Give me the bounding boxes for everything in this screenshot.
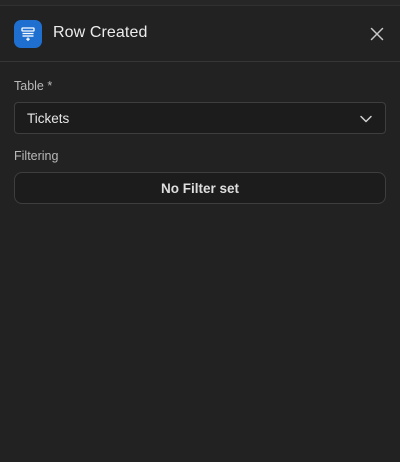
table-label: Table * <box>14 79 53 93</box>
panel-header: Row Created <box>0 6 400 62</box>
filtering-label: Filtering <box>14 149 59 163</box>
chevron-down-icon <box>360 115 372 123</box>
filter-button[interactable]: No Filter set <box>14 172 386 204</box>
table-select[interactable]: Tickets <box>14 102 386 134</box>
row-created-panel: Row Created Table * Tickets Filtering No… <box>0 0 400 462</box>
filter-button-label: No Filter set <box>160 180 239 196</box>
close-icon <box>370 27 384 41</box>
table-select-value: Tickets <box>27 111 70 126</box>
table-row-icon <box>14 20 42 48</box>
close-button[interactable] <box>368 25 386 43</box>
panel-title: Row Created <box>53 24 148 41</box>
